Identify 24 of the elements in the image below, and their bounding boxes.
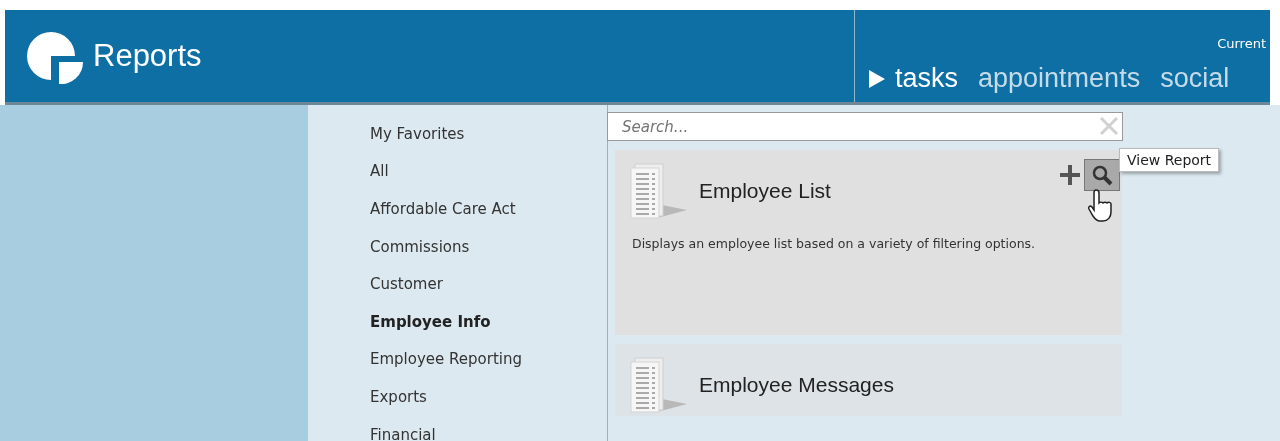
category-item[interactable]: Affordable Care Act [370,190,516,228]
add-icon[interactable] [1059,164,1081,186]
view-report-button[interactable] [1084,159,1120,191]
search-field[interactable]: Search... [607,112,1123,141]
category-item[interactable]: Employee Info [370,302,491,341]
nav-tab[interactable]: social [1160,63,1230,94]
tooltip: View Report [1119,148,1220,172]
nav-tab[interactable]: appointments [978,63,1141,94]
report-description: Displays an employee list based on a variety of filtering options. [632,236,1037,251]
category-item[interactable]: All [370,152,389,191]
report-title: Employee Messages [699,373,894,397]
category-item[interactable]: Financial [370,415,436,441]
category-item[interactable]: My Favorites [370,115,465,153]
search-icon [1091,164,1113,186]
report-card[interactable]: Employee Messages [615,344,1122,416]
play-icon [869,69,885,88]
report-title: Employee List [699,179,831,203]
app-title: Reports [93,38,202,74]
category-item[interactable]: Commissions [370,227,470,266]
category-item[interactable]: Employee Reporting [370,340,522,379]
category-item[interactable]: Customer [370,265,443,303]
category-item[interactable]: Exports [370,378,427,416]
user-label: Current [1217,36,1266,51]
nav-tab[interactable]: tasks [895,63,959,94]
